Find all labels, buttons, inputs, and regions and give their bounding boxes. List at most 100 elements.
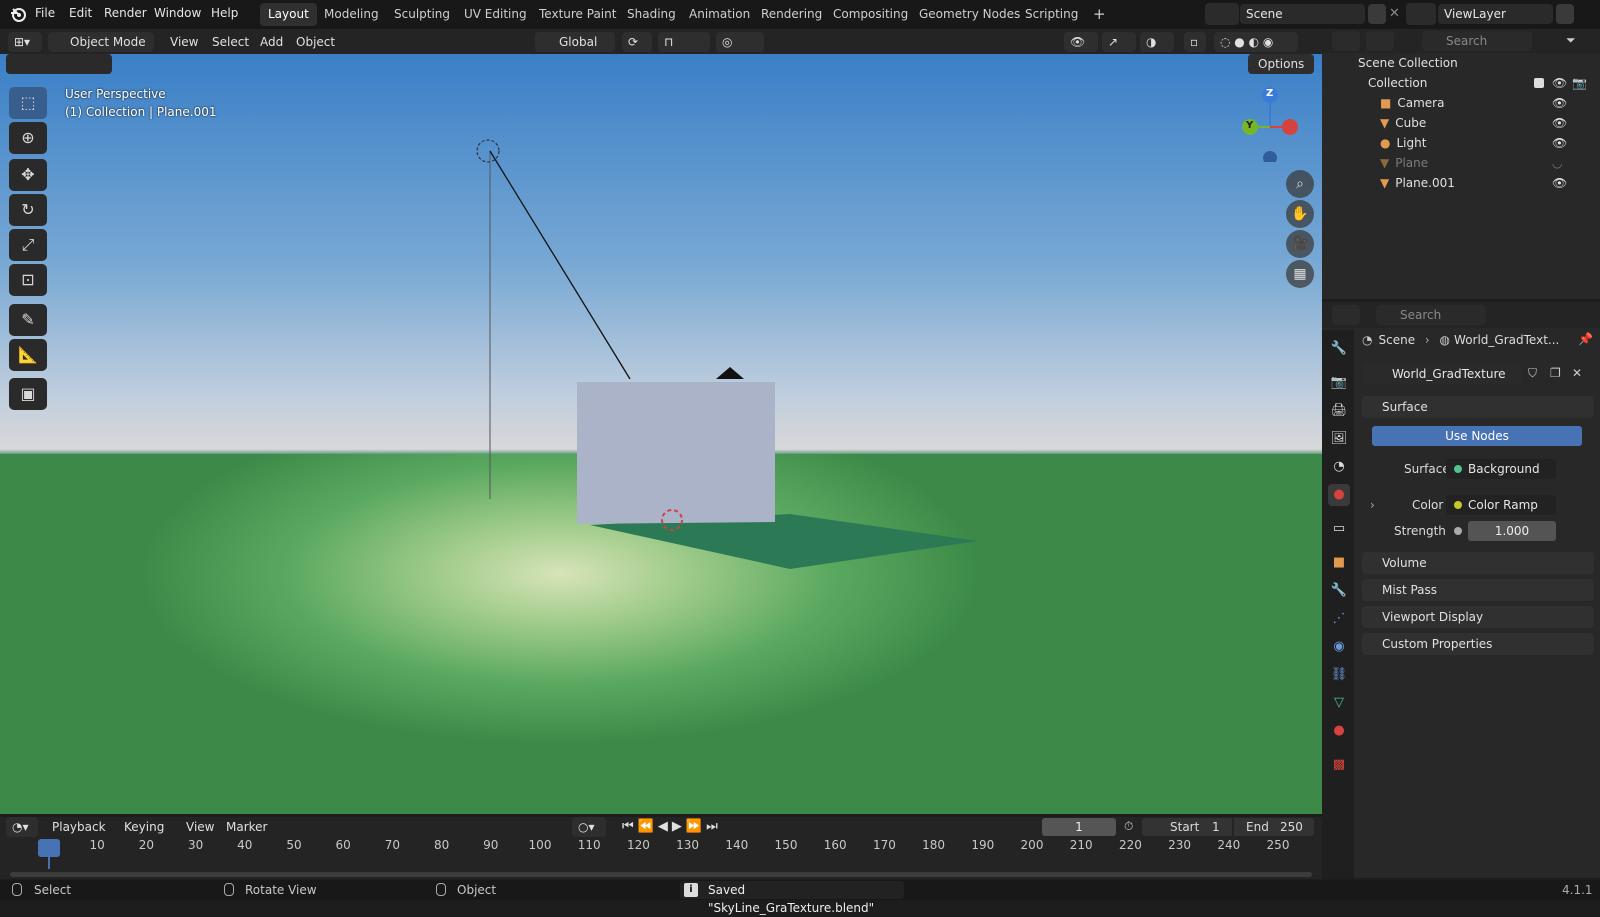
- filter-icon[interactable]: ⏷: [1566, 33, 1576, 48]
- strength-value-field[interactable]: 1.000: [1468, 521, 1556, 541]
- menu-edit[interactable]: Edit: [69, 6, 92, 20]
- scene-name-field[interactable]: Scene: [1240, 4, 1365, 24]
- new-scene-icon[interactable]: [1368, 4, 1386, 24]
- unlink-world-icon[interactable]: ✕: [1572, 366, 1582, 380]
- visibility-eye-icon[interactable]: 👁: [1552, 73, 1567, 93]
- transform-orientation-dropdown[interactable]: Global: [535, 32, 615, 52]
- panel-viewport-display[interactable]: Viewport Display: [1362, 606, 1594, 628]
- texture-tab-icon[interactable]: ▩: [1328, 754, 1350, 776]
- menu-window[interactable]: Window: [154, 6, 201, 20]
- delete-scene-icon[interactable]: ✕: [1389, 6, 1400, 21]
- modifier-tab-icon[interactable]: 🔧: [1328, 580, 1350, 602]
- outliner-item-camera[interactable]: ■ Camera 👁: [1322, 93, 1600, 113]
- tab-compositing[interactable]: Compositing: [825, 3, 916, 26]
- outliner-editor-type-icon[interactable]: [1332, 31, 1360, 51]
- tab-uv-editing[interactable]: UV Editing: [456, 3, 535, 26]
- menu-render[interactable]: Render: [104, 6, 147, 20]
- blender-logo-icon[interactable]: [9, 5, 27, 23]
- snap-icon[interactable]: ⊓: [658, 32, 710, 52]
- visibility-eye-icon[interactable]: 👁: [1552, 113, 1567, 133]
- collection-checkbox[interactable]: [1534, 78, 1544, 88]
- tool-tab-icon[interactable]: 🔧: [1328, 338, 1350, 360]
- use-nodes-button[interactable]: Use Nodes: [1372, 426, 1582, 446]
- status-message[interactable]: i Saved "SkyLine_GraTexture.blend": [680, 881, 904, 915]
- gizmo-icon[interactable]: ↗: [1102, 32, 1136, 52]
- tab-animation[interactable]: Animation: [681, 3, 758, 26]
- editor-type-icon[interactable]: ⊞▾: [8, 32, 42, 52]
- render-tab-icon[interactable]: 📷: [1328, 372, 1350, 394]
- menu-add[interactable]: Add: [254, 32, 289, 52]
- collection-row[interactable]: Collection 👁 📷: [1322, 73, 1600, 93]
- camera-view-icon[interactable]: 🎥: [1286, 230, 1314, 258]
- 3d-viewport[interactable]: Options User Perspective (1) Collection …: [0, 54, 1322, 814]
- frame-ruler[interactable]: 1102030405060708090100110120130140150160…: [0, 817, 1322, 857]
- add-workspace-icon[interactable]: +: [1085, 3, 1114, 26]
- panel-volume[interactable]: Volume: [1362, 552, 1594, 574]
- tab-shading[interactable]: Shading: [619, 3, 684, 26]
- panel-custom-properties[interactable]: Custom Properties: [1362, 633, 1594, 655]
- outliner-item-light[interactable]: ● Light 👁: [1322, 133, 1600, 153]
- mode-dropdown[interactable]: Object Mode: [48, 32, 154, 52]
- properties-editor-type-icon[interactable]: [1332, 305, 1360, 325]
- tab-scripting[interactable]: Scripting: [1017, 3, 1086, 26]
- menu-select[interactable]: Select: [206, 32, 255, 52]
- overlays-icon[interactable]: ◑: [1140, 32, 1174, 52]
- tab-modeling[interactable]: Modeling: [316, 3, 387, 26]
- scene-tab-icon[interactable]: ◔: [1328, 456, 1350, 478]
- material-tab-icon[interactable]: ●: [1328, 720, 1350, 742]
- new-view-layer-icon[interactable]: [1556, 4, 1574, 24]
- output-tab-icon[interactable]: 🖨: [1328, 400, 1350, 422]
- menu-object[interactable]: Object: [290, 32, 341, 52]
- visibility-eye-icon[interactable]: 👁: [1552, 173, 1567, 193]
- pan-hand-icon[interactable]: ✋: [1286, 200, 1314, 228]
- outliner-search-input[interactable]: Search: [1422, 31, 1532, 51]
- timeline-scrollbar[interactable]: [10, 872, 1312, 877]
- properties-search-input[interactable]: Search: [1376, 305, 1486, 325]
- view-layer-tab-icon[interactable]: 🖼: [1328, 428, 1350, 450]
- new-world-icon[interactable]: ❐: [1550, 366, 1561, 380]
- fake-user-shield-icon[interactable]: ⛉: [1528, 366, 1537, 381]
- tab-geometry-nodes[interactable]: Geometry Nodes: [911, 3, 1028, 26]
- tab-layout[interactable]: Layout: [260, 3, 317, 26]
- visibility-eye-icon[interactable]: 👁: [1552, 133, 1567, 153]
- proportional-editing-icon[interactable]: ◎: [716, 32, 764, 52]
- scene-collection-row[interactable]: Scene Collection: [1322, 53, 1600, 73]
- render-camera-icon[interactable]: 📷: [1572, 73, 1587, 93]
- particles-tab-icon[interactable]: ⋰: [1328, 608, 1350, 630]
- view-layer-selector-icon[interactable]: [1406, 3, 1436, 25]
- panel-surface-header[interactable]: Surface: [1362, 396, 1594, 418]
- hidden-eye-icon[interactable]: ◡: [1552, 153, 1562, 173]
- playhead[interactable]: [38, 839, 60, 857]
- visibility-icon[interactable]: 👁: [1064, 32, 1098, 52]
- display-mode-icon[interactable]: [1366, 31, 1394, 51]
- pivot-point-icon[interactable]: ⟳: [622, 32, 652, 52]
- scene-selector-icon[interactable]: [1205, 3, 1239, 25]
- constraints-tab-icon[interactable]: ⛓: [1328, 664, 1350, 686]
- tab-rendering[interactable]: Rendering: [753, 3, 830, 26]
- menu-file[interactable]: File: [35, 6, 55, 20]
- zoom-icon[interactable]: ⌕: [1286, 170, 1314, 198]
- outliner-item-cube[interactable]: ▼ Cube 👁: [1322, 113, 1600, 133]
- world-tab-icon[interactable]: ●: [1328, 484, 1350, 506]
- data-tab-icon[interactable]: ▽: [1328, 692, 1350, 714]
- collection-tab-icon[interactable]: ▭: [1328, 518, 1350, 540]
- menu-view[interactable]: View: [164, 32, 204, 52]
- color-input-field[interactable]: Color Ramp: [1446, 495, 1556, 515]
- visibility-eye-icon[interactable]: 👁: [1552, 93, 1567, 113]
- outliner-item-plane[interactable]: ▼ Plane ◡: [1322, 153, 1600, 173]
- physics-tab-icon[interactable]: ◉: [1328, 636, 1350, 658]
- world-name-field[interactable]: World_GradTexture: [1362, 364, 1522, 384]
- view-layer-field[interactable]: ViewLayer: [1438, 4, 1553, 24]
- outliner-item-plane-001[interactable]: ▼ Plane.001 👁: [1322, 173, 1600, 193]
- grid-toggle-icon[interactable]: ▦: [1286, 260, 1314, 288]
- tab-texture-paint[interactable]: Texture Paint: [531, 3, 624, 26]
- xray-icon[interactable]: ▫: [1184, 32, 1206, 52]
- pin-icon[interactable]: 📌: [1578, 332, 1593, 346]
- shading-mode-icons[interactable]: ◌ ● ◐ ◉: [1214, 32, 1298, 52]
- object-tab-icon[interactable]: ■: [1328, 552, 1350, 574]
- color-expand-chevron-icon[interactable]: ›: [1370, 498, 1375, 512]
- surface-shader-field[interactable]: Background: [1446, 459, 1556, 479]
- menu-help[interactable]: Help: [211, 6, 238, 20]
- panel-mist-pass[interactable]: Mist Pass: [1362, 579, 1594, 601]
- tab-sculpting[interactable]: Sculpting: [386, 3, 458, 26]
